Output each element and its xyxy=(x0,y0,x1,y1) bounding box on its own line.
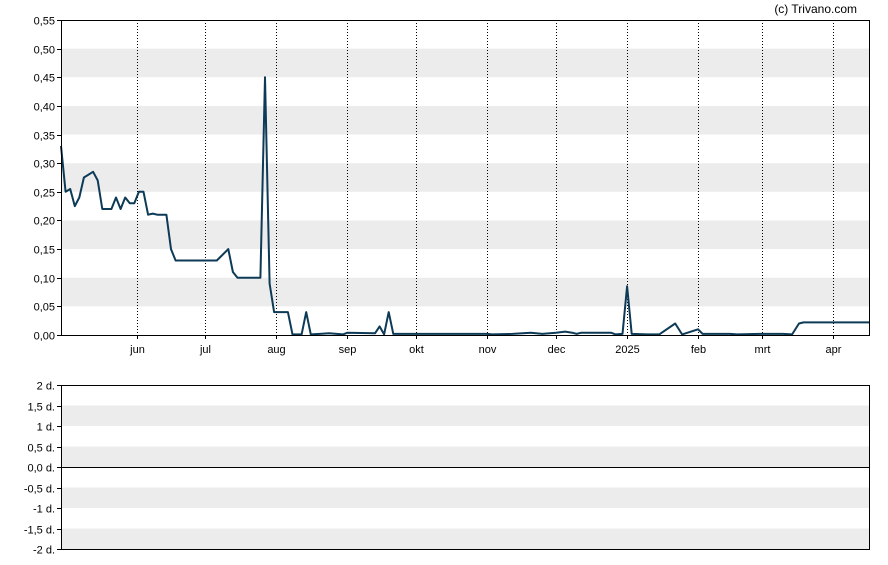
price-chart-y-tick-label: 0,05 xyxy=(34,302,55,314)
volume-chart-bands xyxy=(61,405,870,549)
volume-chart-y-tick-label: 2 d. xyxy=(37,381,55,393)
price-chart-y-tick-label: 0,15 xyxy=(34,245,55,257)
price-chart-x-tick-label: jun xyxy=(129,344,145,356)
copyright-label: (c) Trivano.com xyxy=(774,2,857,16)
price-chart-x-tick-label: 2025 xyxy=(615,344,639,356)
price-chart-y-tick-label: 0,40 xyxy=(34,102,55,114)
volume-chart-band xyxy=(61,405,870,426)
volume-chart-y-tick-label: 1 d. xyxy=(37,422,55,434)
price-chart-x-tick-label: sep xyxy=(339,344,357,356)
volume-chart-y-tick-label: -0,5 d. xyxy=(24,484,55,496)
chart-canvas: (c) Trivano.com 0,55 0,50 0,45 0,40 0,35 0,30… xyxy=(24,2,870,557)
volume-chart-y-tick-label: 0,0 d. xyxy=(27,463,55,475)
price-chart-x-ticks: jun jul aug sep okt nov dec 2025 feb mrt apr xyxy=(129,335,842,356)
volume-chart-y-tick-label: 1,5 d. xyxy=(27,402,55,414)
price-chart-band xyxy=(61,220,870,250)
price-chart-x-tick-label: nov xyxy=(479,344,497,356)
price-chart-x-tick-label: dec xyxy=(548,344,566,356)
price-chart-band xyxy=(61,163,870,192)
price-chart-y-tick-label: 0,35 xyxy=(34,131,55,143)
volume-chart-band xyxy=(61,487,870,508)
price-chart: 0,55 0,50 0,45 0,40 0,35 0,30 0,25 0,20 0,15 0,10… xyxy=(34,16,870,356)
price-chart-x-tick-label: jul xyxy=(199,344,211,356)
price-chart-x-tick-label: okt xyxy=(409,344,424,356)
volume-chart: 2 d. 1,5 d. 1 d. 0,5 d. 0,0 d. -0,5 d. -1 d. -1… xyxy=(24,381,870,557)
price-chart-y-tick-label: 0,45 xyxy=(34,73,55,85)
volume-chart-y-tick-label: 0,5 d. xyxy=(27,443,55,455)
price-chart-bands xyxy=(61,48,870,307)
price-chart-y-tick-label: 0,25 xyxy=(34,188,55,200)
price-chart-band xyxy=(61,277,870,307)
price-chart-y-tick-label: 0,30 xyxy=(34,159,55,171)
volume-chart-y-tick-label: -2 d. xyxy=(33,545,55,557)
volume-chart-y-tick-label: -1,5 d. xyxy=(24,525,55,537)
price-chart-band xyxy=(61,105,870,135)
price-chart-y-tick-label: 0,00 xyxy=(34,331,55,343)
volume-chart-y-ticks: 2 d. 1,5 d. 1 d. 0,5 d. 0,0 d. -0,5 d. -1 d. -1… xyxy=(24,381,61,557)
price-chart-y-tick-label: 0,10 xyxy=(34,274,55,286)
price-chart-band xyxy=(61,48,870,78)
volume-chart-band xyxy=(61,446,870,467)
price-chart-x-tick-label: aug xyxy=(267,344,285,356)
price-chart-x-tick-label: apr xyxy=(826,344,842,356)
price-chart-x-tick-label: mrt xyxy=(755,344,771,356)
price-chart-y-tick-label: 0,50 xyxy=(34,45,55,57)
volume-chart-band xyxy=(61,528,870,549)
price-chart-x-tick-label: feb xyxy=(691,344,706,356)
price-chart-y-tick-label: 0,20 xyxy=(34,216,55,228)
price-chart-y-ticks: 0,55 0,50 0,45 0,40 0,35 0,30 0,25 0,20 0,15 0,10… xyxy=(34,16,61,343)
price-chart-y-tick-label: 0,55 xyxy=(34,16,55,28)
volume-chart-y-tick-label: -1 d. xyxy=(33,504,55,516)
